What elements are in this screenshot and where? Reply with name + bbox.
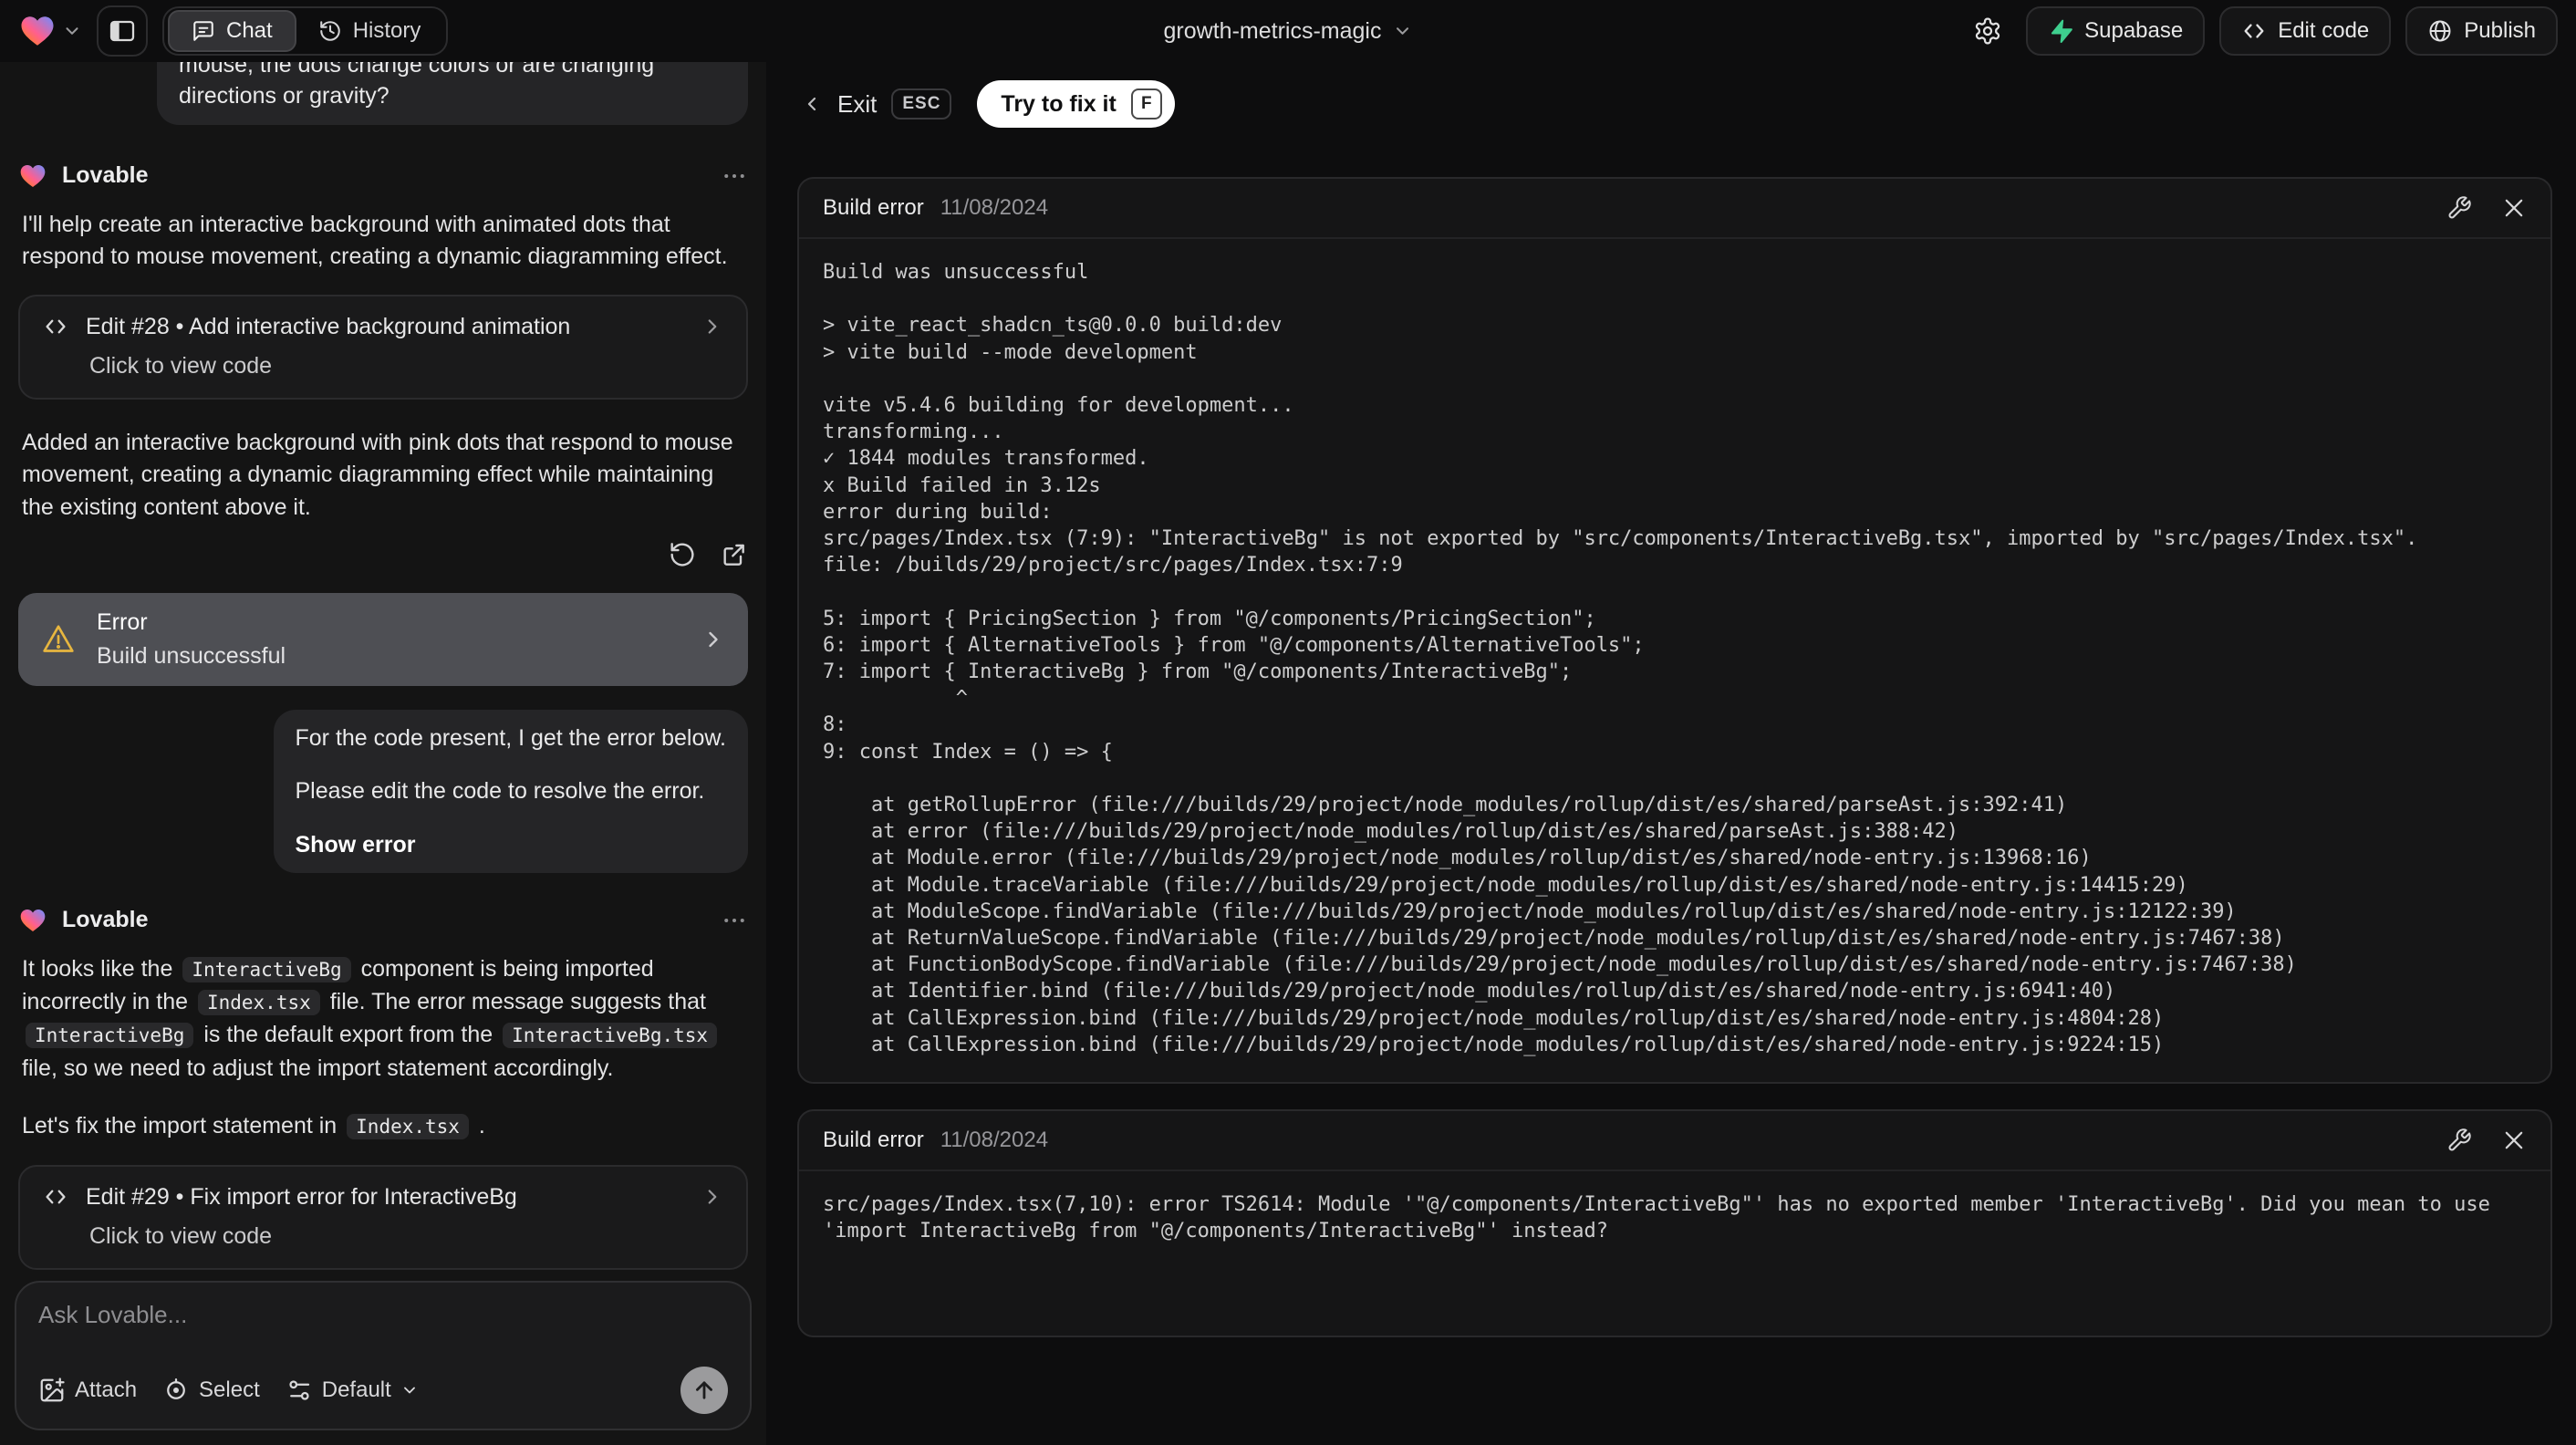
attach-label: Attach: [75, 1377, 138, 1402]
tab-chat-label: Chat: [226, 18, 273, 43]
chat-panel: maybe diagramming points and when you mo…: [0, 62, 766, 1445]
message-actions: [18, 540, 748, 569]
error-overlay: Exit ESC Try to fix it F Build error 11/…: [766, 62, 2576, 1445]
arrow-up-icon: [691, 1377, 717, 1403]
edit-card-subtitle: Click to view code: [89, 1223, 273, 1249]
assistant-message-header: Lovable: [18, 906, 748, 935]
chevron-right-icon: [701, 627, 726, 652]
tab-history-label: History: [352, 18, 421, 43]
user-message-line: Please edit the code to resolve the erro…: [295, 778, 705, 805]
build-log: Build was unsuccessful > vite_react_shad…: [823, 261, 2418, 1056]
chat-input[interactable]: [38, 1301, 728, 1367]
exit-button[interactable]: Exit ESC: [801, 88, 952, 120]
assistant-diagnosis-text: It looks like the InteractiveBg componen…: [22, 953, 748, 1085]
user-message-bubble: For the code present, I get the error be…: [273, 709, 748, 873]
edit-29-card[interactable]: Edit #29 • Fix import error for Interact…: [18, 1165, 748, 1270]
gear-icon: [1973, 16, 2002, 46]
top-bar: Chat History growth-metrics-magic Supaba…: [0, 0, 2576, 62]
warning-triangle-icon: [40, 621, 77, 658]
user-message-line: For the code present, I get the error be…: [295, 724, 727, 751]
assistant-name: Lovable: [62, 907, 149, 933]
panel-title: Build error: [823, 1128, 924, 1153]
lovable-logo-menu[interactable]: [18, 12, 82, 50]
chevron-left-icon: [801, 93, 823, 115]
restore-icon[interactable]: [668, 540, 697, 569]
assistant-message-header: Lovable: [18, 161, 748, 191]
error-card-title: Error: [97, 608, 148, 635]
supabase-button[interactable]: Supabase: [2026, 6, 2206, 56]
close-icon[interactable]: [2501, 195, 2527, 221]
edit-code-button[interactable]: Edit code: [2219, 6, 2392, 56]
attach-button[interactable]: Attach: [38, 1377, 137, 1404]
f-key-badge: F: [1130, 88, 1162, 120]
close-icon[interactable]: [2501, 1128, 2527, 1153]
fix-wrench-button[interactable]: [2446, 1128, 2472, 1153]
select-button[interactable]: Select: [162, 1377, 260, 1404]
chevron-down-icon: [1392, 21, 1412, 41]
project-name: growth-metrics-magic: [1163, 17, 1382, 44]
code-icon: [42, 1183, 69, 1211]
assistant-fix-text: Let's fix the import statement in Index.…: [22, 1112, 485, 1139]
user-message-bubble: maybe diagramming points and when you mo…: [157, 62, 748, 125]
edit-code-label: Edit code: [2278, 18, 2370, 43]
open-preview-icon[interactable]: [719, 540, 748, 569]
select-target-icon: [162, 1377, 190, 1404]
esc-key-badge: ESC: [891, 88, 952, 120]
chat-icon: [192, 19, 215, 43]
tab-chat[interactable]: Chat: [168, 10, 296, 52]
try-to-fix-label: Try to fix it: [1001, 90, 1117, 117]
try-to-fix-button[interactable]: Try to fix it F: [977, 80, 1175, 128]
mode-label: Default: [321, 1377, 391, 1402]
project-switcher[interactable]: growth-metrics-magic: [1164, 0, 1413, 62]
send-button[interactable]: [680, 1367, 728, 1414]
panel-date: 11/08/2024: [940, 1128, 1049, 1153]
exit-label: Exit: [837, 89, 878, 118]
panel-date: 11/08/2024: [940, 195, 1049, 220]
build-error-panel-1: Build error 11/08/2024 Build was unsucce…: [797, 177, 2552, 1085]
ts-error-text: src/pages/Index.tsx(7,10): error TS2614:…: [823, 1193, 2503, 1243]
build-error-panel-2: Build error 11/08/2024 src/pages/Index.t…: [797, 1109, 2552, 1338]
supabase-label: Supabase: [2084, 18, 2184, 43]
message-menu-button[interactable]: [721, 162, 748, 190]
lovable-app: Chat History growth-metrics-magic Supaba…: [0, 0, 2576, 1445]
composer: Attach Select Default: [15, 1281, 752, 1430]
sidebar-toggle-button[interactable]: [97, 5, 148, 57]
settings-button[interactable]: [1964, 7, 2011, 55]
chat-messages: maybe diagramming points and when you mo…: [0, 62, 766, 1270]
lovable-heart-icon: [18, 906, 47, 935]
panel-left-icon: [108, 16, 137, 46]
view-tabs: Chat History: [162, 6, 449, 56]
supabase-icon: [2048, 18, 2073, 44]
fix-wrench-button[interactable]: [2446, 195, 2472, 221]
sliders-icon: [286, 1377, 313, 1404]
lovable-heart-icon: [18, 12, 57, 50]
show-error-link[interactable]: Show error: [296, 829, 727, 860]
code-icon: [42, 313, 69, 340]
lovable-heart-icon: [18, 161, 47, 191]
message-menu-button[interactable]: [721, 907, 748, 934]
assistant-intro-text: I'll help create an interactive backgrou…: [22, 211, 728, 269]
edit-28-card[interactable]: Edit #28 • Add interactive background an…: [18, 295, 748, 400]
code-icon: [2241, 18, 2267, 44]
mode-dropdown[interactable]: Default: [286, 1377, 419, 1404]
chevron-right-icon: [701, 315, 724, 338]
assistant-name: Lovable: [62, 162, 149, 189]
edit-card-title: Edit #29 • Fix import error for Interact…: [86, 1183, 517, 1210]
edit-card-subtitle: Click to view code: [89, 353, 273, 379]
build-error-card[interactable]: Error Build unsuccessful: [18, 592, 748, 686]
select-label: Select: [199, 1377, 260, 1402]
chevron-down-icon: [62, 21, 82, 41]
image-plus-icon: [38, 1377, 66, 1404]
tab-history[interactable]: History: [296, 12, 443, 50]
globe-icon: [2427, 18, 2453, 44]
publish-button[interactable]: Publish: [2405, 6, 2558, 56]
chevron-down-icon: [400, 1381, 419, 1399]
edit-card-title: Edit #28 • Add interactive background an…: [86, 313, 571, 339]
publish-label: Publish: [2464, 18, 2536, 43]
history-icon: [318, 19, 342, 43]
panel-title: Build error: [823, 195, 924, 220]
chevron-right-icon: [701, 1185, 724, 1209]
error-card-subtitle: Build unsuccessful: [97, 642, 286, 669]
assistant-summary-text: Added an interactive background with pin…: [22, 430, 733, 520]
